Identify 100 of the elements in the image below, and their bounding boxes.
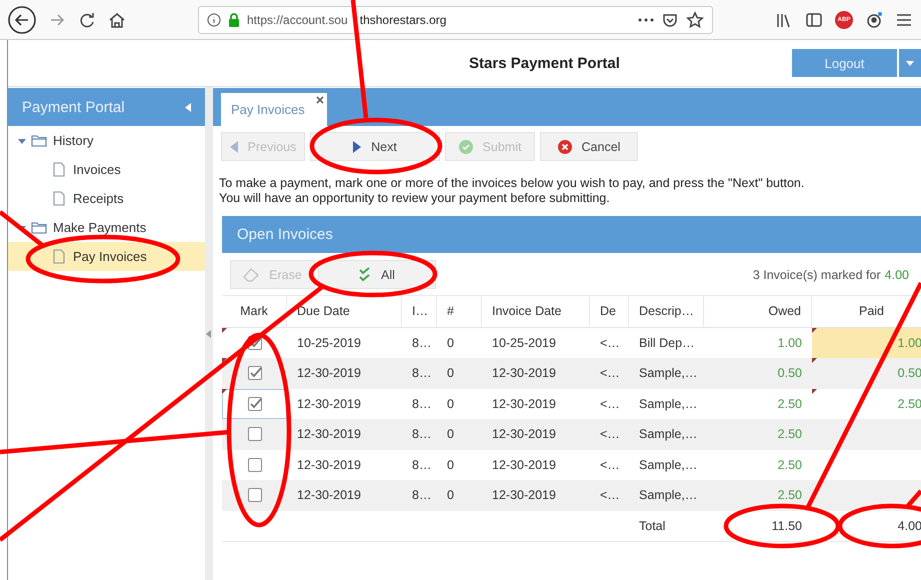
table-cell: 8… — [412, 336, 432, 350]
caret-icon — [906, 60, 914, 66]
expanded-caret-icon[interactable] — [18, 136, 26, 144]
table-cell: <… — [600, 458, 620, 472]
total-label: Total — [639, 518, 666, 532]
table-cell: 1.00 — [778, 336, 802, 350]
bookmark-star-icon[interactable] — [686, 10, 704, 28]
back-icon[interactable] — [8, 6, 36, 34]
table-cell: Sample,… — [639, 427, 698, 442]
instruction-text: To make a payment, mark one or more of the invoices below you wish to pay, and press the "Next" button. — [219, 176, 806, 191]
table-cell: 10-25-2019 — [297, 336, 361, 350]
url-text: https://account.sou — [247, 12, 348, 26]
column-header[interactable]: Due Date — [287, 296, 402, 326]
table-cell: 12-30-2019 — [492, 396, 556, 411]
column-header[interactable]: I… — [402, 296, 437, 326]
document-icon — [53, 249, 65, 264]
table-cell: 0 — [447, 488, 454, 502]
table-cell: 8… — [412, 396, 432, 411]
table-cell: <… — [600, 396, 620, 411]
column-header[interactable]: Paid — [812, 296, 921, 326]
close-circle-icon — [558, 140, 572, 154]
table-cell: 0 — [447, 458, 454, 472]
info-icon[interactable] — [207, 12, 221, 26]
checkbox[interactable] — [248, 396, 262, 411]
folder-icon — [31, 134, 48, 147]
collapse-icon[interactable] — [185, 102, 191, 112]
table-cell: Sample,… — [639, 458, 698, 472]
table-cell: 12-30-2019 — [492, 458, 556, 472]
double-check-icon — [359, 266, 372, 282]
table-cell: 0 — [447, 427, 454, 442]
column-header[interactable]: Mark — [222, 296, 287, 326]
instruction-text: You will have an opportunity to review your payment before submitting. — [219, 191, 611, 206]
tree-folder[interactable]: History — [8, 126, 205, 155]
column-header[interactable]: Owed — [704, 296, 812, 326]
tree-item[interactable]: Invoices — [8, 155, 205, 184]
next-button[interactable]: Next — [310, 132, 440, 161]
tree-item[interactable]: Pay Invoices — [8, 242, 205, 271]
table-cell: 0 — [447, 366, 454, 380]
right-triangle-icon — [353, 140, 362, 152]
checkbox[interactable] — [248, 488, 262, 502]
table-cell: 8… — [412, 366, 432, 380]
table-cell: 12-30-2019 — [297, 488, 361, 502]
sidebar-icon[interactable] — [805, 10, 823, 28]
table-cell: Bill Dep… — [639, 336, 695, 350]
left-triangle-icon — [230, 140, 238, 152]
table-cell: <… — [600, 336, 620, 350]
column-header[interactable]: De — [590, 296, 629, 326]
column-header[interactable]: Invoice Date — [482, 296, 590, 326]
url-text: thshorestars.org — [360, 12, 446, 26]
all-button[interactable]: All — [318, 260, 436, 289]
summary-amount: 4.00 — [884, 268, 909, 282]
table-cell: 0 — [447, 396, 454, 411]
lock-icon — [228, 12, 240, 26]
dropdown-button[interactable] — [899, 49, 921, 77]
column-header[interactable]: Descrip… — [629, 296, 704, 326]
checkbox[interactable] — [248, 458, 262, 472]
changed-flag-icon — [222, 358, 227, 363]
table-cell: 0.50 — [778, 366, 802, 380]
checkbox[interactable] — [248, 366, 262, 380]
column-header[interactable]: # — [437, 296, 482, 326]
annotation-line — [0, 210, 44, 247]
changed-flag-icon — [222, 328, 227, 332]
table-cell: 8… — [412, 458, 432, 472]
total-owed: 11.50 — [772, 518, 802, 532]
table-cell: Sample,… — [639, 366, 698, 380]
table-cell: <… — [600, 427, 620, 442]
table-cell: 12-30-2019 — [492, 488, 556, 502]
table-cell: 2.50 — [778, 488, 802, 502]
table-cell: 10-25-2019 — [492, 336, 556, 350]
app-title: Stars Payment Portal — [469, 54, 620, 72]
changed-flag-icon — [812, 328, 817, 332]
reload-icon[interactable] — [78, 10, 96, 28]
cancel-button[interactable]: Cancel — [540, 132, 638, 161]
home-icon[interactable] — [108, 10, 126, 28]
tree-item[interactable]: Receipts — [8, 184, 205, 213]
close-icon[interactable] — [316, 96, 324, 104]
table-cell: Sample,… — [639, 396, 698, 411]
table-cell: 12-30-2019 — [297, 458, 361, 472]
table-cell: 12-30-2019 — [492, 366, 556, 380]
eraser-icon — [243, 268, 260, 282]
folder-icon — [31, 221, 48, 234]
table-cell: 2.50 — [778, 427, 802, 442]
check-circle-icon — [458, 140, 473, 154]
checkbox[interactable] — [248, 427, 262, 442]
table-cell: 0 — [447, 336, 454, 350]
address-field[interactable]: https://account.sou thshorestars.org — [198, 6, 713, 34]
panel-header: Open Invoices — [222, 216, 921, 253]
table-cell: <… — [600, 366, 620, 380]
table-cell: 2.50 — [778, 396, 802, 411]
table-cell: 12-30-2019 — [297, 366, 361, 380]
table-cell: 12-30-2019 — [297, 396, 361, 411]
table-cell: 12-30-2019 — [492, 427, 556, 442]
more-icon[interactable] — [638, 16, 654, 22]
table-cell: <… — [600, 488, 620, 502]
table-cell: Sample,… — [639, 488, 698, 502]
table-cell: 8… — [412, 488, 432, 502]
table-cell: 8… — [412, 427, 432, 442]
table-cell: 2.50 — [778, 458, 802, 472]
extension-icon[interactable] — [865, 10, 883, 28]
document-icon — [53, 191, 65, 206]
